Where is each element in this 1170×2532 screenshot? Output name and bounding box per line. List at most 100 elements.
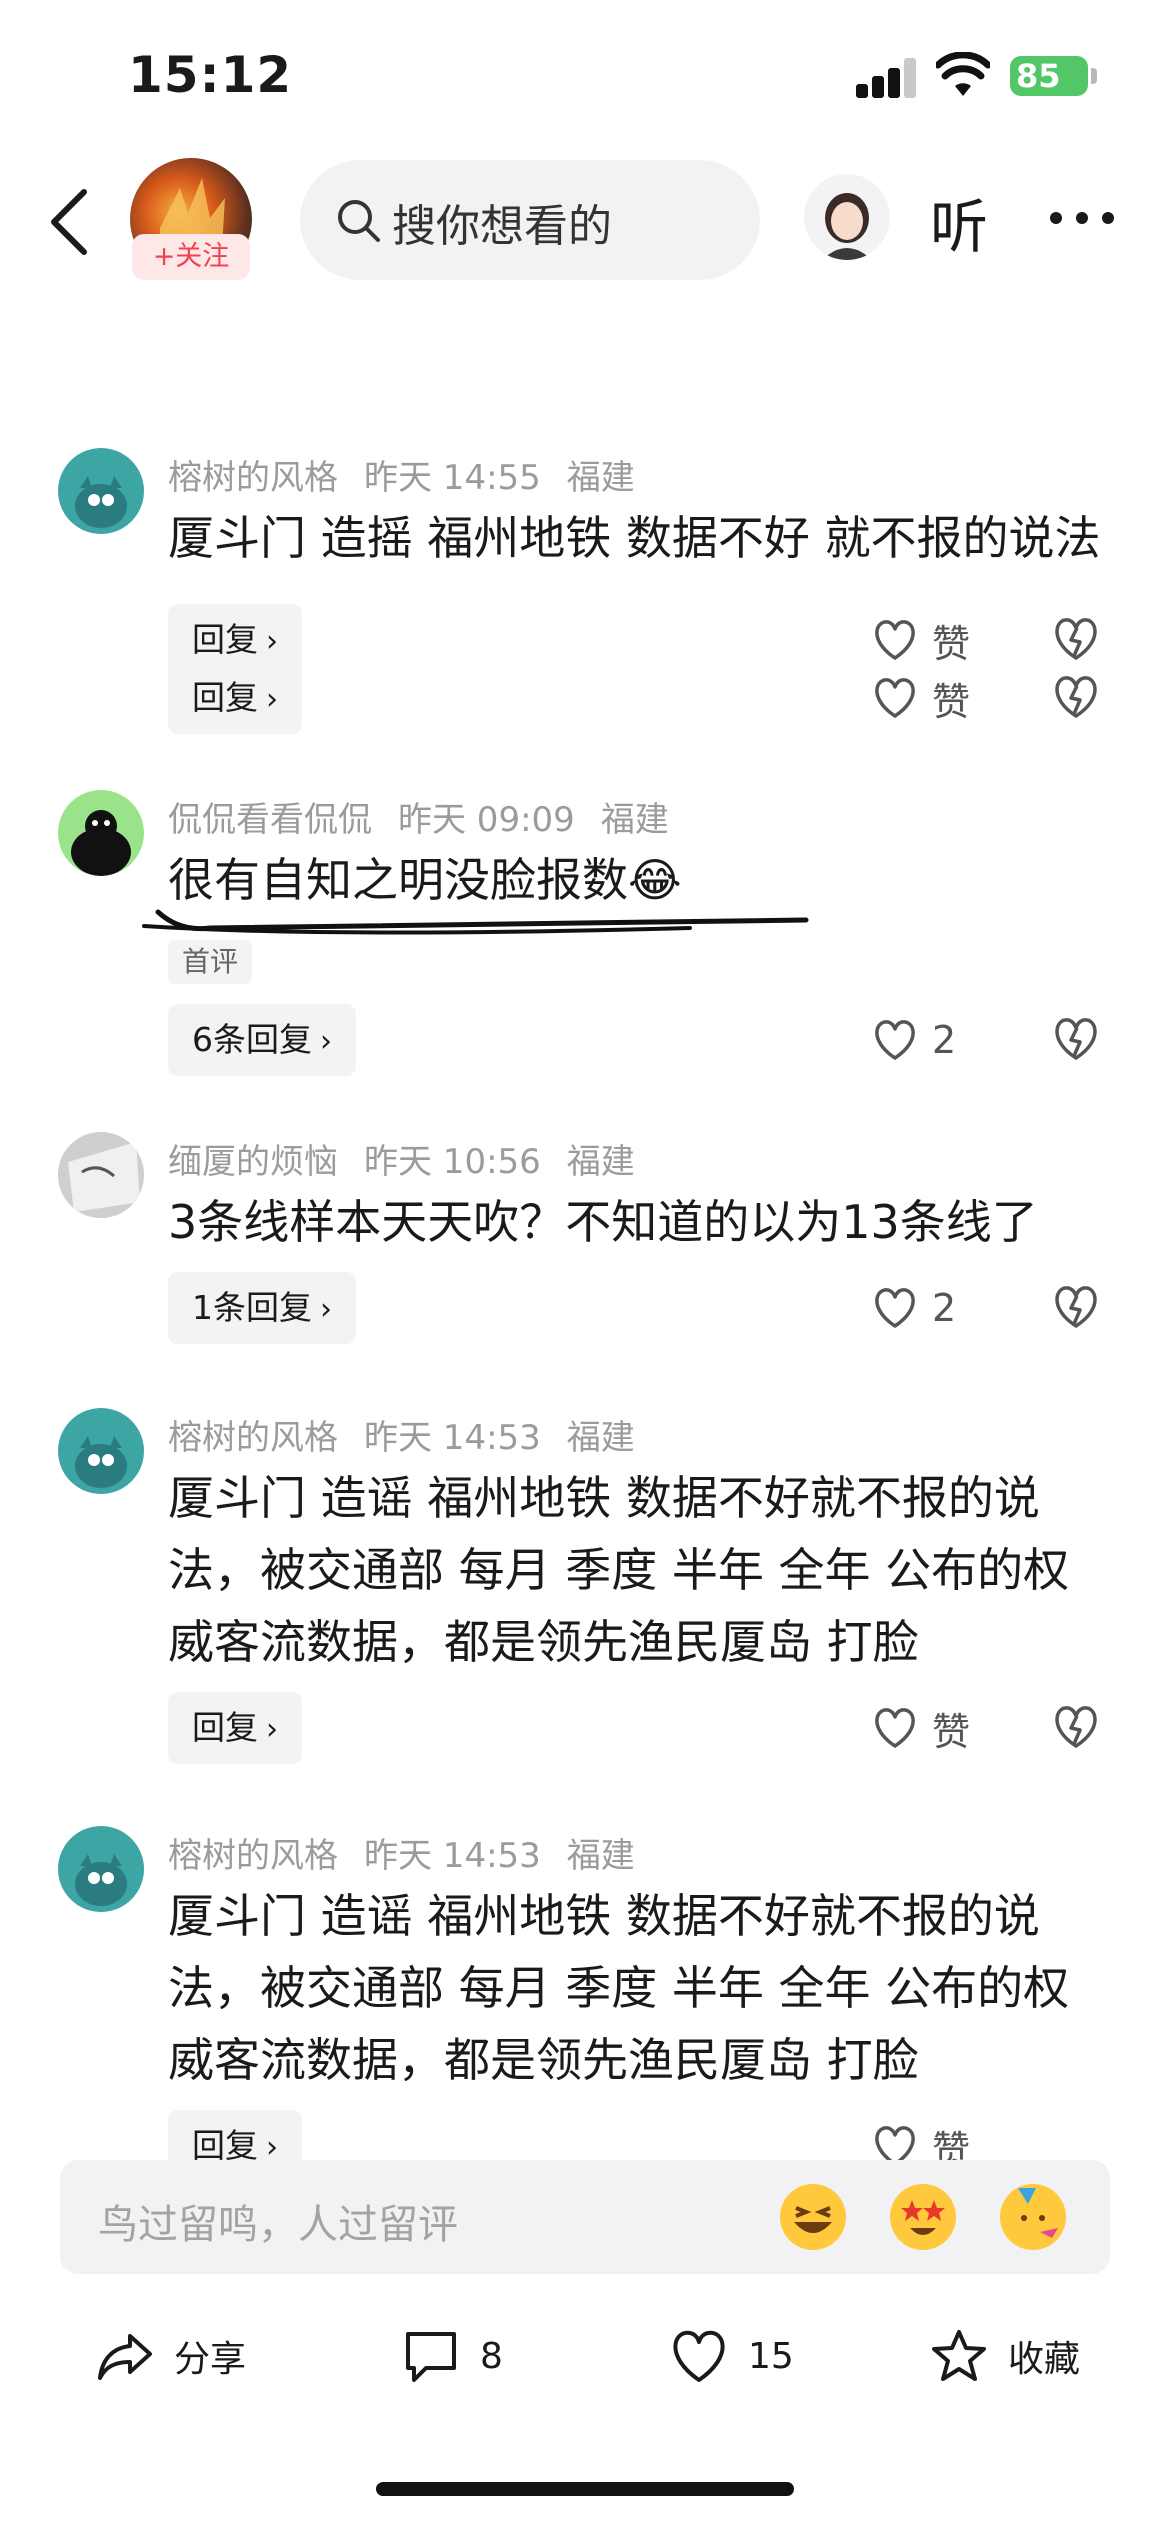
comment-location: 福建 <box>566 1418 635 1458</box>
grin-emoji-icon[interactable] <box>780 2184 846 2250</box>
chevron-right-icon: › <box>266 1712 278 1747</box>
comment-meta: 缅厦的烦恼 昨天 10:56 福建 <box>168 1134 661 1183</box>
chevron-right-icon: › <box>266 682 278 717</box>
star-icon <box>932 2330 986 2381</box>
comment-location: 福建 <box>566 458 635 498</box>
heart-icon <box>875 1708 915 1748</box>
share-label: 分享 <box>174 2339 247 2380</box>
comment-text: 3条线样本天天吹？不知道的以为13条线了 <box>168 1195 1038 1249</box>
cellular-signal-icon <box>856 58 918 98</box>
like-button[interactable]: 赞 <box>872 1692 970 1764</box>
favorite-label: 收藏 <box>1008 2339 1081 2380</box>
star-eyes-emoji-icon[interactable] <box>890 2184 956 2250</box>
comment-location: 福建 <box>600 800 669 840</box>
reply-button[interactable]: 回复 › <box>168 1692 302 1764</box>
comment-author[interactable]: 缅厦的烦恼 <box>168 1142 338 1182</box>
search-bar[interactable]: 搜你想看的 <box>300 160 760 280</box>
comment-input[interactable]: 鸟过留鸣，人过留评 <box>60 2160 1110 2274</box>
chevron-right-icon: › <box>266 2130 278 2160</box>
comment-icon <box>406 2332 456 2382</box>
comment-text: 厦斗门 造摇 福州地铁 数据不好 就不报的说法 <box>168 511 1101 565</box>
more-icon[interactable] <box>1050 212 1114 226</box>
top-nav: +关注 搜你想看的 听 <box>0 150 1170 290</box>
comment-location: 福建 <box>566 1836 635 1876</box>
battery-indicator: 85 <box>1010 56 1088 96</box>
comment-list: 回复 › 赞 榕树的风格 昨天 14:55 福建 厦斗门 造摇 福州地铁 数据不好 就… <box>0 290 1170 2160</box>
comment-time: 昨天 14:53 <box>364 1418 541 1458</box>
status-bar: 15:12 85 <box>0 0 1170 150</box>
commenter-avatar[interactable] <box>58 448 144 534</box>
avatar-image <box>58 1132 144 1218</box>
commenter-avatar[interactable] <box>58 1408 144 1494</box>
first-comment-badge: 首评 <box>168 940 253 984</box>
dislike-icon[interactable] <box>1052 616 1100 662</box>
comment-text: 厦斗门 造谣 福州地铁 数据不好就不报的说法，被交通部 每月 季度 半年 全年 … <box>168 1889 1070 2087</box>
commenter-avatar[interactable] <box>58 1826 144 1912</box>
back-icon[interactable] <box>44 188 100 256</box>
heart-icon <box>875 1288 915 1328</box>
like-button[interactable]: 2 <box>872 1272 956 1344</box>
avatar-image <box>75 1854 127 1906</box>
reply-button[interactable]: 回复 › <box>168 2110 302 2160</box>
dislike-icon[interactable] <box>1052 674 1100 720</box>
comment-location: 福建 <box>566 1142 635 1182</box>
like-count-button[interactable]: 15 <box>670 2324 794 2388</box>
comment-author[interactable]: 榕树的风格 <box>168 1836 338 1876</box>
comment-author[interactable]: 侃侃看看侃侃 <box>168 800 372 840</box>
star-eyes-emoji-face <box>901 2200 945 2235</box>
bottom-action-bar: 分享 8 15 收藏 <box>0 2300 1170 2410</box>
wifi-icon <box>936 52 990 96</box>
battery-nub <box>1091 68 1097 84</box>
comment-meta: 榕树的风格 昨天 14:55 福建 <box>168 450 661 499</box>
reply-button[interactable]: 回复 › <box>168 662 302 734</box>
comment-count-button[interactable]: 8 <box>402 2324 503 2388</box>
avatar-image <box>75 1436 127 1488</box>
user-avatar[interactable] <box>804 174 890 260</box>
heart-icon <box>875 678 915 718</box>
favorite-button[interactable]: 收藏 <box>930 2324 1080 2388</box>
comment-input-placeholder: 鸟过留鸣，人过留评 <box>98 2202 458 2248</box>
comment-meta: 榕树的风格 昨天 14:53 福建 <box>168 1410 661 1459</box>
reply-button[interactable]: 6条回复 › <box>168 1004 356 1076</box>
comment-text: 厦斗门 造谣 福州地铁 数据不好就不报的说法，被交通部 每月 季度 半年 全年 … <box>168 1471 1070 1669</box>
heart-icon <box>875 1020 915 1060</box>
heart-icon <box>875 2126 915 2160</box>
handwritten-underline <box>142 909 809 935</box>
home-indicator[interactable] <box>376 2482 794 2496</box>
commenter-avatar[interactable] <box>58 1132 144 1218</box>
reply-button[interactable]: 1条回复 › <box>168 1272 356 1344</box>
comment-meta: 侃侃看看侃侃 昨天 09:09 福建 <box>168 792 695 841</box>
dislike-icon[interactable] <box>1052 1016 1100 1062</box>
chevron-right-icon: › <box>320 1024 332 1059</box>
avatar-image <box>71 810 131 876</box>
share-icon <box>98 2334 152 2380</box>
party-emoji-icon[interactable] <box>1000 2184 1066 2250</box>
comment-time: 昨天 14:55 <box>364 458 541 498</box>
follow-button[interactable]: +关注 <box>132 234 250 280</box>
listen-button[interactable]: 听 <box>930 180 988 264</box>
dislike-icon[interactable] <box>1052 1704 1100 1750</box>
like-count: 15 <box>748 2335 794 2377</box>
like-button[interactable]: 2 <box>872 1004 956 1076</box>
comment-time: 昨天 09:09 <box>398 800 575 840</box>
like-button[interactable]: 赞 <box>872 662 970 734</box>
share-button[interactable]: 分享 <box>96 2324 246 2388</box>
comment-time: 昨天 10:56 <box>364 1142 541 1182</box>
status-time: 15:12 <box>128 46 293 104</box>
grin-emoji-face <box>794 2206 832 2233</box>
commenter-avatar[interactable] <box>58 790 144 876</box>
chevron-right-icon: › <box>320 1292 332 1327</box>
comment-time: 昨天 14:53 <box>364 1836 541 1876</box>
comment-count: 8 <box>480 2335 503 2377</box>
party-emoji-face <box>1018 2188 1058 2238</box>
dislike-icon[interactable] <box>1052 1284 1100 1330</box>
user-avatar-image <box>822 193 872 260</box>
heart-icon <box>673 2330 725 2382</box>
comment-author[interactable]: 榕树的风格 <box>168 1418 338 1458</box>
heart-icon <box>875 620 915 660</box>
search-placeholder: 搜你想看的 <box>392 201 612 252</box>
comment-author[interactable]: 榕树的风格 <box>168 458 338 498</box>
search-icon <box>338 200 380 242</box>
like-button[interactable]: 赞 <box>872 2110 970 2160</box>
avatar-image <box>75 476 127 528</box>
